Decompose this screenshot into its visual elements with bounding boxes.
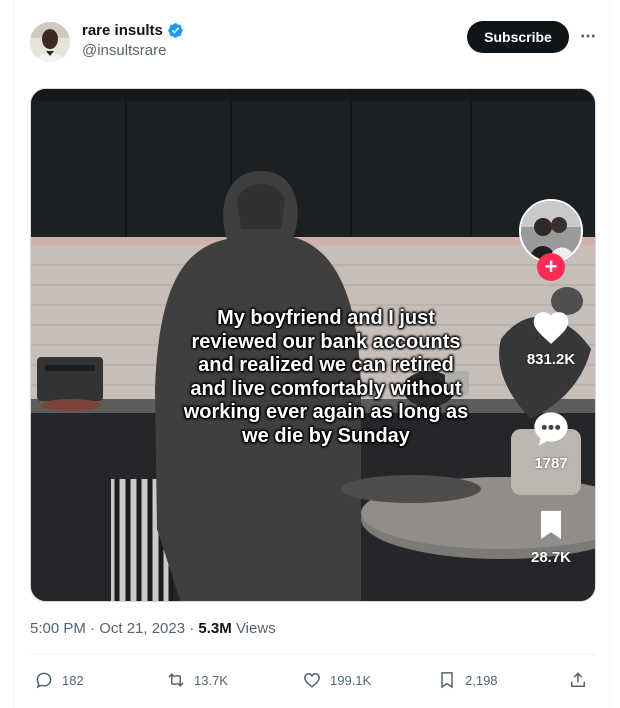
comment-bubble-icon — [534, 412, 568, 446]
views-count: 5.3M — [198, 620, 232, 637]
actions-divider — [30, 654, 596, 655]
repost-button[interactable]: 13.7K — [166, 666, 228, 694]
video-likes-count: 831.2K — [526, 351, 576, 368]
heart-icon — [533, 312, 569, 344]
author-handle[interactable]: @insultsrare — [82, 42, 184, 59]
author-avatar[interactable] — [30, 22, 70, 62]
verified-badge-icon — [167, 22, 184, 39]
reply-icon — [36, 672, 52, 689]
share-icon — [571, 672, 585, 687]
author-display-name[interactable]: rare insults — [82, 22, 163, 39]
like-button[interactable]: 199.1K — [302, 666, 371, 694]
subscribe-button[interactable]: Subscribe — [467, 21, 569, 53]
bookmark-outline-icon — [441, 672, 453, 689]
tweet-timestamp[interactable]: 5:00 PM · Oct 21, 2023 · — [30, 620, 198, 637]
video-comment-counter[interactable]: 1787 — [511, 409, 591, 472]
repost-count: 13.7K — [194, 672, 228, 688]
heart-outline-icon — [304, 672, 320, 688]
video-media[interactable]: My boyfriend and I just reviewed our ban… — [30, 88, 596, 602]
views-label: Views — [231, 620, 276, 637]
plus-icon[interactable]: + — [537, 253, 565, 281]
reply-count: 182 — [62, 672, 84, 688]
tweet-actions-bar: 182 13.7K 199.1K 2,198 — [30, 666, 596, 694]
more-horizontal-icon[interactable] — [578, 26, 598, 46]
author-name-block: rare insults @insultsrare — [82, 22, 184, 59]
tweet-meta: 5:00 PM · Oct 21, 2023 · 5.3M Views — [30, 620, 276, 637]
video-comments-count: 1787 — [534, 455, 568, 472]
bookmark-button[interactable]: 2,198 — [437, 666, 498, 694]
video-save-counter[interactable]: 28.7K — [511, 507, 591, 566]
repost-icon — [168, 673, 184, 687]
bookmark-icon — [541, 510, 561, 540]
like-count: 199.1K — [330, 672, 372, 688]
video-caption: My boyfriend and I just reviewed our ban… — [183, 307, 469, 447]
tweet-header: rare insults @insultsrare Subscribe — [30, 20, 600, 64]
share-button[interactable] — [568, 666, 588, 694]
reply-button[interactable]: 182 — [34, 666, 84, 694]
video-saves-count: 28.7K — [530, 549, 572, 566]
bookmark-count: 2,198 — [465, 672, 498, 688]
video-like-counter[interactable]: 831.2K — [511, 307, 591, 368]
